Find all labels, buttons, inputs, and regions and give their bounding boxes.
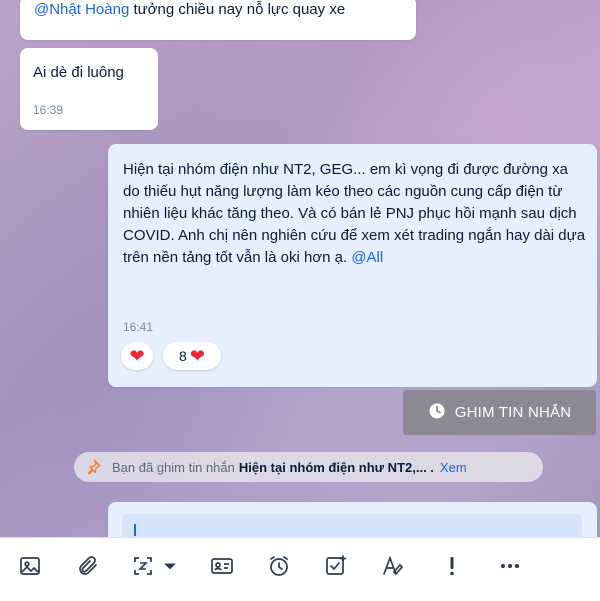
clock-icon	[428, 402, 446, 424]
heart-icon: ❤	[129, 346, 145, 366]
reaction-count-value: 8	[179, 348, 187, 364]
screenshot-icon[interactable]	[127, 550, 159, 582]
message-body: tưởng chiều nay nỗ lực quay xe	[129, 1, 346, 18]
more-icon[interactable]	[494, 550, 526, 582]
view-pinned-link[interactable]: Xem	[440, 460, 467, 475]
pin-message-label: GHIM TIN NHẮN	[454, 404, 572, 421]
message-bubble-own[interactable]: Hiện tại nhóm điện như NT2, GEG... em kì…	[108, 144, 597, 387]
dropdown-caret-icon[interactable]	[160, 550, 180, 582]
reaction-heart-button[interactable]: ❤	[121, 342, 153, 370]
image-icon[interactable]	[14, 550, 46, 582]
message-text: Ai dè đi luông	[33, 64, 124, 81]
mention-all-link[interactable]: @All	[351, 249, 383, 266]
quote-bar	[134, 524, 136, 536]
task-icon[interactable]	[320, 550, 352, 582]
urgent-icon[interactable]	[436, 550, 468, 582]
composer-toolbar	[0, 537, 600, 601]
text-format-icon[interactable]	[377, 550, 409, 582]
pin-icon	[84, 458, 102, 476]
pin-message-button[interactable]: GHIM TIN NHẮN	[403, 390, 596, 435]
mention-link[interactable]: @Nhật Hoàng	[34, 1, 129, 18]
heart-icon: ❤	[189, 346, 205, 366]
pin-notification: Bạn đã ghim tin nhắn Hiện tại nhóm điện …	[74, 452, 543, 482]
message-bubble[interactable]: Ai dè đi luông 16:39	[20, 48, 158, 130]
reaction-count[interactable]: 8 ❤	[163, 342, 221, 370]
message-text: @Nhật Hoàng tưởng chiều nay nỗ lực quay …	[34, 0, 345, 21]
message-time: 16:39	[33, 103, 64, 117]
pinned-message-preview[interactable]: Hiện tại nhóm điện như NT2,... .	[239, 460, 434, 475]
pin-notice-prefix: Bạn đã ghim tin nhắn	[112, 459, 235, 475]
contact-card-icon[interactable]	[206, 550, 238, 582]
message-time: 16:41	[123, 320, 154, 334]
reminder-icon[interactable]	[263, 550, 295, 582]
attachment-icon[interactable]	[72, 550, 104, 582]
message-text: Hiện tại nhóm điện như NT2, GEG... em kì…	[123, 159, 588, 269]
message-bubble[interactable]: @Nhật Hoàng tưởng chiều nay nỗ lực quay …	[20, 0, 416, 40]
